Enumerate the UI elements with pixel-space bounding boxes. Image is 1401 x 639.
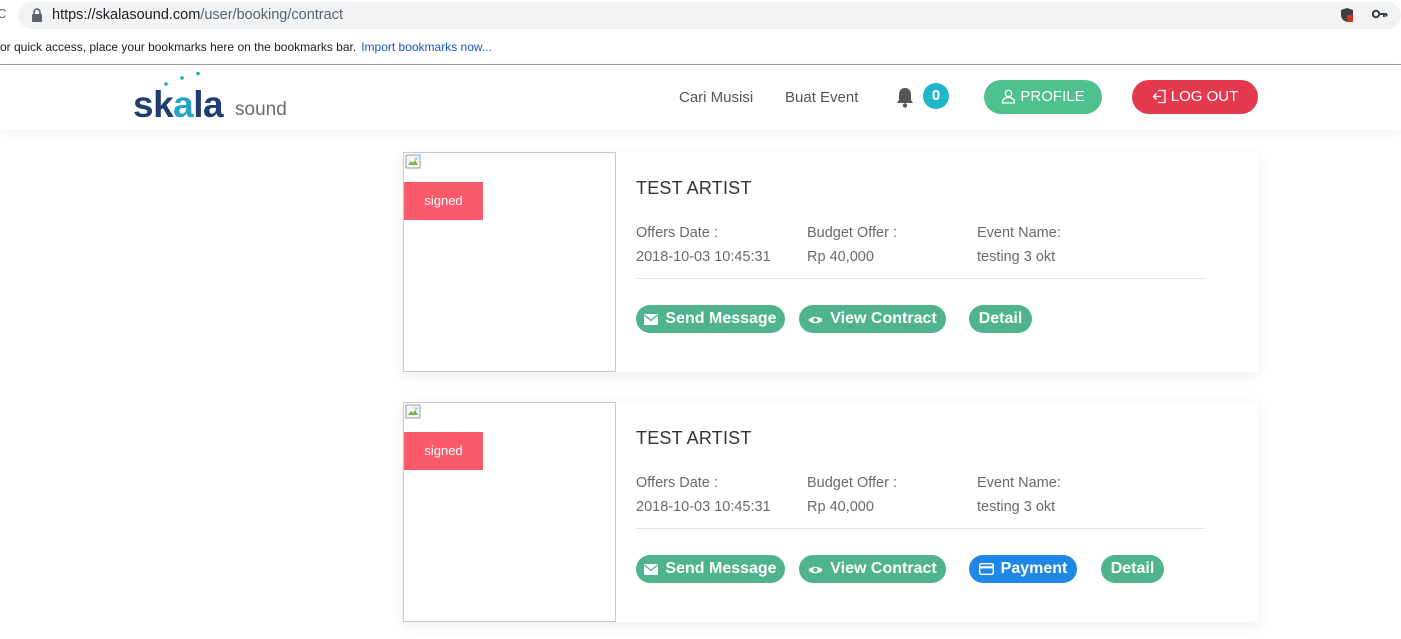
send-message-button[interactable]: Send Message bbox=[636, 305, 785, 333]
budget-offer-value: Rp 40,000 bbox=[807, 249, 874, 265]
offers-date-value: 2018-10-03 10:45:31 bbox=[636, 249, 771, 265]
logo-wordmark: skala bbox=[133, 84, 224, 125]
credit-card-icon bbox=[978, 562, 994, 576]
bookmarks-hint-text: or quick access, place your bookmarks he… bbox=[0, 40, 357, 54]
shield-extension-icon[interactable] bbox=[1340, 7, 1354, 23]
site-navbar: skala sound Cari Musisi Buat Event 0 PRO… bbox=[0, 65, 1401, 130]
offers-date-value: 2018-10-03 10:45:31 bbox=[636, 499, 771, 515]
budget-offer-label: Budget Offer : bbox=[807, 475, 898, 491]
budget-offer-value: Rp 40,000 bbox=[807, 499, 874, 515]
logout-icon bbox=[1152, 89, 1166, 104]
view-contract-label: View Contract bbox=[830, 310, 937, 327]
booking-card: signed TEST ARTIST Offers Date : 2018-10… bbox=[403, 152, 1258, 372]
event-name-label: Event Name: bbox=[977, 225, 1061, 241]
logo-subtitle: sound bbox=[235, 99, 287, 120]
payment-button[interactable]: Payment bbox=[969, 555, 1077, 583]
envelope-icon bbox=[644, 564, 659, 575]
key-icon[interactable] bbox=[1372, 9, 1388, 19]
envelope-icon bbox=[644, 314, 659, 325]
offers-date-label: Offers Date : bbox=[636, 225, 718, 241]
lock-icon[interactable] bbox=[31, 8, 43, 22]
user-icon bbox=[1002, 89, 1016, 104]
card-divider bbox=[636, 528, 1205, 529]
artist-name: TEST ARTIST bbox=[636, 428, 752, 448]
booking-card: signed TEST ARTIST Offers Date : 2018-10… bbox=[403, 402, 1258, 622]
notification-count-badge[interactable]: 0 bbox=[923, 83, 949, 109]
profile-button-label: PROFILE bbox=[1020, 88, 1085, 105]
browser-address-bar: C https://skalasound.com/user/booking/co… bbox=[0, 0, 1401, 31]
broken-image-icon bbox=[405, 404, 421, 419]
event-name-value: testing 3 okt bbox=[977, 499, 1056, 515]
send-message-label: Send Message bbox=[665, 310, 777, 327]
import-bookmarks-link[interactable]: Import bookmarks now... bbox=[361, 40, 492, 54]
artist-thumbnail[interactable]: signed bbox=[403, 152, 616, 372]
profile-button[interactable]: PROFILE bbox=[984, 80, 1102, 114]
send-message-button[interactable]: Send Message bbox=[636, 555, 785, 583]
card-divider bbox=[636, 278, 1205, 279]
logout-button-label: LOG OUT bbox=[1170, 88, 1239, 105]
detail-label: Detail bbox=[978, 310, 1023, 327]
event-name-label: Event Name: bbox=[977, 475, 1061, 491]
bookmarks-bar: or quick access, place your bookmarks he… bbox=[0, 31, 1401, 65]
nav-link-buat-event[interactable]: Buat Event bbox=[785, 89, 858, 107]
status-badge: signed bbox=[404, 182, 483, 220]
offers-date-label: Offers Date : bbox=[636, 475, 718, 491]
nav-link-cari-musisi[interactable]: Cari Musisi bbox=[679, 89, 753, 107]
logo-part-1: sk bbox=[133, 84, 174, 125]
budget-offer-label: Budget Offer : bbox=[807, 225, 898, 241]
detail-button[interactable]: Detail bbox=[969, 305, 1032, 333]
detail-button[interactable]: Detail bbox=[1101, 555, 1164, 583]
view-contract-button[interactable]: View Contract bbox=[799, 555, 946, 583]
view-contract-button[interactable]: View Contract bbox=[799, 305, 946, 333]
status-badge: signed bbox=[404, 432, 483, 470]
url-text[interactable]: https://skalasound.com/user/booking/cont… bbox=[52, 6, 343, 24]
detail-label: Detail bbox=[1110, 560, 1155, 577]
payment-label: Payment bbox=[1000, 560, 1068, 577]
logo-part-3: la bbox=[193, 84, 224, 125]
broken-image-icon bbox=[405, 154, 421, 169]
url-host: https://skalasound.com bbox=[52, 7, 201, 23]
bell-icon[interactable] bbox=[895, 86, 915, 108]
send-message-label: Send Message bbox=[665, 560, 777, 577]
eye-icon bbox=[808, 316, 823, 324]
skala-sound-logo[interactable]: skala sound bbox=[133, 71, 293, 125]
bookmarks-hint: or quick access, place your bookmarks he… bbox=[0, 31, 492, 64]
logout-button[interactable]: LOG OUT bbox=[1132, 80, 1258, 114]
artist-name: TEST ARTIST bbox=[636, 178, 752, 198]
view-contract-label: View Contract bbox=[830, 560, 937, 577]
eye-icon bbox=[808, 566, 823, 574]
logo-part-2: a bbox=[173, 84, 194, 125]
reload-icon[interactable]: C bbox=[0, 7, 6, 21]
artist-thumbnail[interactable]: signed bbox=[403, 402, 616, 622]
event-name-value: testing 3 okt bbox=[977, 249, 1056, 265]
url-path: /user/booking/contract bbox=[200, 7, 343, 23]
